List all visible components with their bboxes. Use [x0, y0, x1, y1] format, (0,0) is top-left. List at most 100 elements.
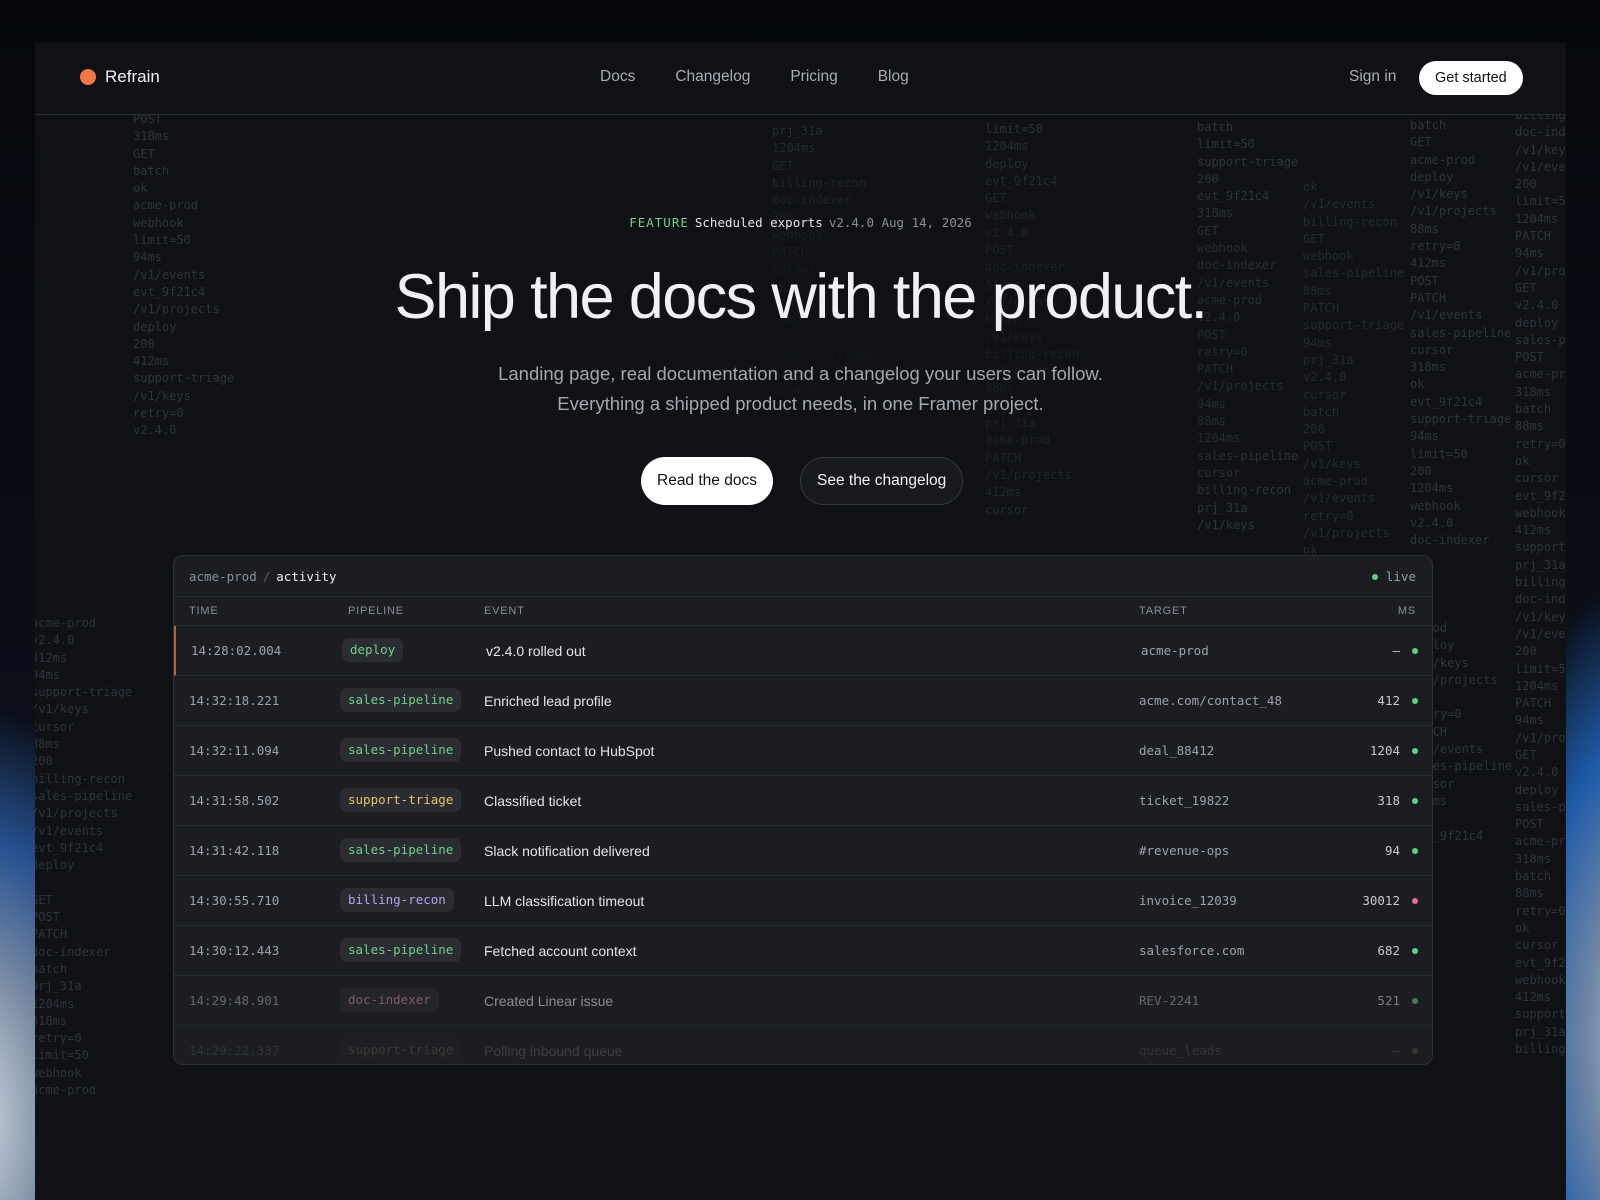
pipeline-badge[interactable]: billing-recon — [340, 888, 454, 912]
column-header-target: TARGET — [1139, 605, 1188, 617]
feature-tag: FEATURE — [629, 215, 689, 230]
pipeline-badge[interactable]: sales-pipeline — [340, 838, 462, 862]
column-header-pipeline: PIPELINE — [348, 605, 404, 617]
column-header-ms: MS — [1397, 605, 1416, 617]
panel-header: acme-prod / activity live — [174, 556, 1432, 597]
table-row[interactable]: 14:29:22.337 support-triage Polling inboun… — [174, 1026, 1432, 1064]
row-time: 14:31:42.118 — [189, 843, 280, 858]
row-target: #revenue-ops — [1139, 843, 1230, 858]
row-duration: 521 — [1377, 993, 1400, 1008]
row-time: 14:30:12.443 — [189, 943, 280, 958]
row-event: Enriched lead profile — [484, 693, 612, 709]
nav-link-blog[interactable]: Blog — [878, 68, 909, 86]
breadcrumb-page: activity — [276, 569, 337, 584]
row-event: Pushed contact to HubSpot — [484, 743, 655, 759]
row-time: 14:30:55.710 — [189, 893, 280, 908]
column-header-event: EVENT — [484, 605, 525, 617]
table-row[interactable]: 14:31:42.118 sales-pipeline Slack notifica… — [174, 826, 1432, 876]
row-duration: 30012 — [1362, 893, 1400, 908]
nav-link-docs[interactable]: Docs — [600, 68, 635, 86]
row-event: Fetched account context — [484, 943, 637, 959]
row-target: salesforce.com — [1139, 943, 1245, 958]
table-row[interactable]: 14:32:11.094 sales-pipeline Pushed contact… — [174, 726, 1432, 776]
table-row[interactable]: 14:28:02.004 deploy v2.4.0 rolled out acme-… — [174, 626, 1432, 676]
nav-link-changelog[interactable]: Changelog — [675, 68, 750, 86]
status-dot-icon — [1412, 948, 1418, 954]
pipeline-badge[interactable]: sales-pipeline — [340, 688, 462, 712]
table-row[interactable]: 14:30:55.710 billing-recon LLM classificat… — [174, 876, 1432, 926]
nav-links: Docs Changelog Pricing Blog — [600, 68, 909, 86]
feature-title: Scheduled exports — [694, 215, 823, 230]
hero-sub-line: Landing page, real documentation and a c… — [498, 363, 1103, 384]
nav-link-pricing[interactable]: Pricing — [790, 68, 837, 86]
pipeline-badge[interactable]: support-triage — [340, 1038, 462, 1062]
breadcrumb: acme-prod / activity — [189, 569, 336, 584]
row-duration: 1204 — [1369, 743, 1400, 758]
browser-frame: POST 318ms GET batch ok acme-prod webhoo… — [35, 43, 1566, 1200]
status-dot-icon — [1412, 748, 1418, 754]
row-duration: 94 — [1384, 843, 1400, 858]
row-target: acme.com/contact_48 — [1139, 693, 1282, 708]
code-column: acme-prod v2.4.0 412ms 94ms support-tria… — [35, 616, 133, 1098]
status-dot-icon — [1412, 1048, 1418, 1054]
row-duration: — — [1392, 1043, 1400, 1058]
row-target: REV-2241 — [1139, 993, 1200, 1008]
read-docs-button[interactable]: Read the docs — [641, 457, 773, 505]
sign-in-link[interactable]: Sign in — [1349, 68, 1396, 86]
table-row[interactable]: 14:31:58.502 support-triage Classified tic… — [174, 776, 1432, 826]
hero-headline: Ship the docs with the product. — [394, 262, 1209, 332]
row-time: 14:28:02.004 — [191, 643, 282, 658]
breadcrumb-separator: / — [262, 569, 271, 584]
activity-panel: acme-prod / activity live TIME PIPELINE EV… — [173, 555, 1433, 1065]
status-dot-icon — [1412, 698, 1418, 704]
row-target: deal_88412 — [1139, 743, 1215, 758]
row-target: acme-prod — [1141, 643, 1209, 658]
row-time: 14:32:18.221 — [189, 693, 280, 708]
row-time: 14:31:58.502 — [189, 793, 280, 808]
live-dot-icon — [1371, 573, 1378, 580]
row-event: Created Linear issue — [484, 993, 614, 1009]
status-dot-icon — [1412, 898, 1418, 904]
logo-dot-icon — [80, 69, 96, 85]
status-dot-icon — [1412, 998, 1418, 1004]
pipeline-badge[interactable]: sales-pipeline — [340, 938, 462, 962]
feature-date: Aug 14, 2026 — [881, 215, 972, 230]
code-column: billing doc-indexer /v1/keys /v1/events … — [1515, 108, 1566, 1057]
row-time: 14:29:22.337 — [189, 1043, 280, 1058]
table-header: TIME PIPELINE EVENT TARGET MS — [174, 597, 1432, 626]
row-target: ticket_19822 — [1139, 793, 1230, 808]
row-time: 14:32:11.094 — [189, 743, 280, 758]
status-dot-icon — [1412, 848, 1418, 854]
hero-subheadline: Landing page, real documentation and a c… — [35, 359, 1566, 419]
pipeline-badge[interactable]: support-triage — [340, 788, 462, 812]
get-started-button[interactable]: Get started — [1419, 61, 1523, 95]
row-event: Classified ticket — [484, 793, 582, 809]
live-indicator: live — [1371, 569, 1416, 584]
row-event: Slack notification delivered — [484, 843, 650, 859]
breadcrumb-project[interactable]: acme-prod — [189, 569, 257, 584]
row-event: LLM classification timeout — [484, 893, 645, 909]
row-time: 14:29:48.901 — [189, 993, 280, 1008]
top-nav: Refrain Docs Changelog Pricing Blog Sign… — [35, 43, 1566, 115]
hero-sub-line: Everything a shipped product needs, in o… — [557, 393, 1044, 414]
brand-logo[interactable]: Refrain — [80, 67, 160, 87]
pipeline-badge[interactable]: doc-indexer — [340, 988, 439, 1012]
row-target: invoice_12039 — [1139, 893, 1237, 908]
table-row[interactable]: 14:30:12.443 sales-pipeline Fetched accoun… — [174, 926, 1432, 976]
row-event: Polling inbound queue — [484, 1043, 623, 1059]
table-row[interactable]: 14:29:48.901 doc-indexer Created Linear is… — [174, 976, 1432, 1026]
brand-name: Refrain — [105, 67, 160, 86]
row-duration: 412 — [1377, 693, 1400, 708]
status-dot-icon — [1412, 798, 1418, 804]
row-duration: — — [1392, 643, 1400, 658]
pipeline-badge[interactable]: sales-pipeline — [340, 738, 462, 762]
see-changelog-button[interactable]: See the changelog — [800, 457, 964, 505]
pipeline-badge[interactable]: deploy — [342, 638, 404, 662]
feature-announcement[interactable]: FEATURE Scheduled exports v2.4.0 Aug 14, 2… — [35, 215, 1566, 230]
table-row[interactable]: 14:32:18.221 sales-pipeline Enriched lead … — [174, 676, 1432, 726]
code-column: batch GET acme-prod deploy /v1/keys /v1/… — [1410, 118, 1512, 548]
row-target: queue_leads — [1139, 1043, 1222, 1058]
row-duration: 682 — [1377, 943, 1400, 958]
activity-rows: 14:28:02.004 deploy v2.4.0 rolled out acme-… — [174, 626, 1432, 1064]
status-dot-icon — [1412, 648, 1418, 654]
